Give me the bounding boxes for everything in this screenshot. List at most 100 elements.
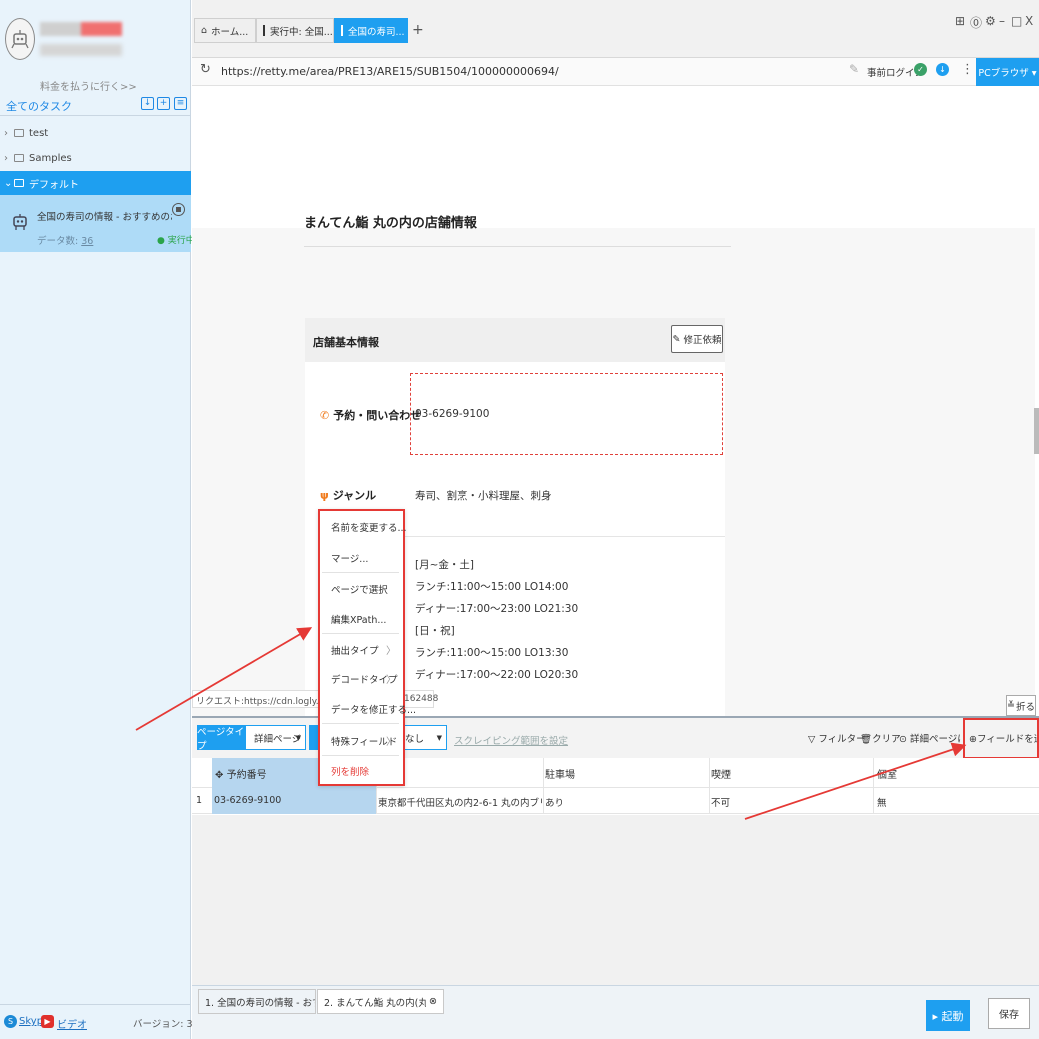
go-detail-button[interactable]: ⊙ 詳細ページに行く bbox=[899, 731, 961, 745]
table-cell[interactable]: 不可 bbox=[711, 795, 871, 809]
tab-active[interactable]: 全国の寿司... X bbox=[334, 18, 408, 43]
settings-icon[interactable]: ⚙ bbox=[985, 14, 996, 28]
hours-line[interactable]: [日・祝] bbox=[415, 623, 455, 638]
task-title[interactable]: 全国の寿司の情報 - おすすめのお店 - Retty-... bbox=[37, 209, 172, 223]
info-title[interactable]: 店舗基本情報 bbox=[313, 334, 379, 350]
stop-task-icon[interactable] bbox=[172, 203, 185, 216]
column-header-label: 予約番号 bbox=[226, 770, 267, 781]
help-icon[interactable]: ⓪ bbox=[970, 14, 982, 31]
pay-link[interactable]: 料金を払うに行く>> bbox=[40, 78, 137, 93]
clear-button[interactable]: 🗑クリア bbox=[860, 731, 901, 745]
menu-item-extract-type[interactable]: 抽出タイプ bbox=[331, 643, 379, 657]
menu-separator bbox=[322, 723, 399, 724]
more-icon[interactable]: ⋮ bbox=[961, 62, 974, 77]
table-cell[interactable]: 無 bbox=[877, 795, 1037, 809]
start-button[interactable]: ▸ 起動 bbox=[926, 1000, 970, 1031]
document-icon bbox=[263, 25, 265, 36]
bottom-tab-detail-page[interactable]: 2. まんてん鮨 丸の内(丸の内/寿司)... ⊗ bbox=[317, 989, 444, 1014]
reserve-text: 予約・問い合わせ bbox=[333, 409, 422, 422]
trash-icon: 🗑 bbox=[860, 734, 873, 745]
import-task-icon[interactable]: ↓ bbox=[141, 97, 154, 110]
clear-label: クリア bbox=[872, 734, 901, 745]
pen-icon[interactable]: ✎ bbox=[849, 62, 859, 76]
skype-icon[interactable]: S bbox=[4, 1015, 17, 1028]
column-header-smoking[interactable]: 喫煙 bbox=[711, 766, 731, 781]
reload-icon[interactable]: ↻ bbox=[200, 62, 211, 77]
menu-separator bbox=[322, 755, 399, 756]
task-count-value[interactable]: 36 bbox=[81, 236, 93, 247]
menu-item-select-in-page[interactable]: ページで選択 bbox=[331, 582, 388, 596]
filter-icon: ▽ bbox=[808, 734, 816, 745]
secondary-select-value: なし bbox=[405, 733, 425, 745]
genre-label[interactable]: ψ ジャンル bbox=[320, 487, 376, 503]
new-task-icon[interactable]: + bbox=[157, 97, 170, 110]
page-type-select[interactable]: 詳細ページ ▼ bbox=[245, 725, 306, 750]
tree-item-default[interactable]: ⌄ デフォルト bbox=[0, 171, 191, 195]
menu-item-rename[interactable]: 名前を変更する... bbox=[331, 520, 407, 534]
avatar[interactable] bbox=[5, 18, 35, 60]
video-link[interactable]: ビデオ bbox=[57, 1016, 87, 1031]
reserve-label[interactable]: ✆ 予約・問い合わせ bbox=[320, 407, 421, 423]
genre-value[interactable]: 寿司、割烹・小料理屋、刺身 bbox=[415, 488, 552, 503]
bottom-tab-list-page[interactable]: 1. 全国の寿司の情報 - おすすめの... bbox=[198, 989, 316, 1014]
hours-line[interactable]: ランチ:11:00〜15:00 LO14:00 bbox=[415, 579, 568, 594]
tree-item-label: デフォルト bbox=[29, 179, 79, 191]
user-agent-icon[interactable]: ↓ bbox=[936, 63, 949, 76]
edit-request-button[interactable]: ✎ 修正依頼 bbox=[671, 325, 723, 353]
scraping-range-link[interactable]: スクレイピング範囲を設定 bbox=[454, 733, 568, 747]
all-tasks-label[interactable]: 全てのタスク bbox=[6, 98, 72, 114]
hours-line[interactable]: ディナー:17:00〜22:00 LO20:30 bbox=[415, 667, 578, 682]
tab-home[interactable]: ⌂ ホーム... bbox=[194, 18, 256, 43]
table-cell[interactable]: 東京都千代田区丸の内2-6-1 丸の内ブリックスクエ... bbox=[378, 795, 542, 809]
new-tab-button[interactable]: + bbox=[412, 22, 424, 38]
page-type-value: 詳細ページ bbox=[254, 733, 302, 745]
table-cell[interactable]: あり bbox=[545, 795, 705, 809]
new-folder-icon[interactable]: ≡ bbox=[174, 97, 187, 110]
chevron-right-icon: › bbox=[4, 152, 8, 164]
scrollbar-thumb[interactable] bbox=[1034, 408, 1039, 454]
task-status: ● 実行中 bbox=[157, 236, 195, 246]
column-header-parking[interactable]: 駐車場 bbox=[545, 766, 575, 781]
collapse-button[interactable]: ≚ 折る bbox=[1006, 695, 1036, 716]
tab-running[interactable]: 実行中: 全国... X bbox=[256, 18, 334, 43]
video-icon[interactable]: ▶ bbox=[41, 1015, 54, 1028]
robot-avatar-icon bbox=[11, 30, 29, 49]
maximize-icon[interactable]: □ bbox=[1011, 14, 1022, 28]
table-empty-area bbox=[192, 815, 1039, 985]
tab-label: ホーム... bbox=[211, 26, 249, 38]
menu-separator bbox=[322, 633, 399, 634]
folder-icon bbox=[14, 179, 24, 187]
phone-value[interactable]: 03-6269-9100 bbox=[415, 408, 489, 420]
filter-button[interactable]: ▽ フィルター bbox=[808, 731, 866, 745]
column-header-private-room[interactable]: 個室 bbox=[877, 766, 897, 781]
menu-item-edit-xpath[interactable]: 編集XPath... bbox=[331, 612, 386, 626]
page-header-area bbox=[192, 86, 1035, 228]
minimize-icon[interactable]: – bbox=[999, 14, 1005, 28]
pencil-icon: ✎ bbox=[672, 333, 681, 345]
menu-item-delete-column[interactable]: 列を削除 bbox=[331, 764, 369, 778]
gift-icon[interactable]: ⊞ bbox=[955, 14, 965, 28]
folder-icon bbox=[14, 129, 24, 137]
pc-browser-button[interactable]: PCブラウザ ▾ bbox=[976, 58, 1039, 86]
hours-line[interactable]: ディナー:17:00〜23:00 LO21:30 bbox=[415, 601, 578, 616]
close-tab-icon[interactable]: ⊗ bbox=[429, 996, 437, 1007]
hours-line[interactable]: [月~金・土] bbox=[415, 557, 474, 572]
close-window-icon[interactable]: X bbox=[1025, 14, 1033, 28]
column-header-reservation[interactable]: ✥ 予約番号 bbox=[215, 766, 267, 781]
chevron-right-icon: 〉 bbox=[386, 646, 396, 657]
page-type-label: ページタイプ bbox=[197, 725, 245, 752]
tree-item-test[interactable]: › test bbox=[0, 121, 191, 145]
menu-item-merge[interactable]: マージ... bbox=[331, 551, 368, 565]
shop-title[interactable]: まんてん鮨 丸の内の店舗情報 bbox=[304, 212, 477, 231]
chevron-right-icon: › bbox=[4, 127, 8, 139]
url-field[interactable]: https://retty.me/area/PRE13/ARE15/SUB150… bbox=[221, 65, 559, 78]
table-cell[interactable]: 03-6269-9100 bbox=[214, 795, 374, 806]
annotation-highlight-box bbox=[963, 718, 1039, 759]
save-button[interactable]: 保存 bbox=[988, 998, 1030, 1029]
menu-item-modify-data[interactable]: データを修正する... bbox=[331, 702, 416, 716]
collapse-label: 折る bbox=[1015, 701, 1035, 713]
hours-line[interactable]: ランチ:11:00〜15:00 LO13:30 bbox=[415, 645, 568, 660]
tree-item-samples[interactable]: › Samples bbox=[0, 146, 191, 170]
bottom-tab-label: 2. まんてん鮨 丸の内(丸の内/寿司)... bbox=[324, 997, 426, 1009]
shield-icon[interactable]: ✓ bbox=[914, 63, 927, 76]
